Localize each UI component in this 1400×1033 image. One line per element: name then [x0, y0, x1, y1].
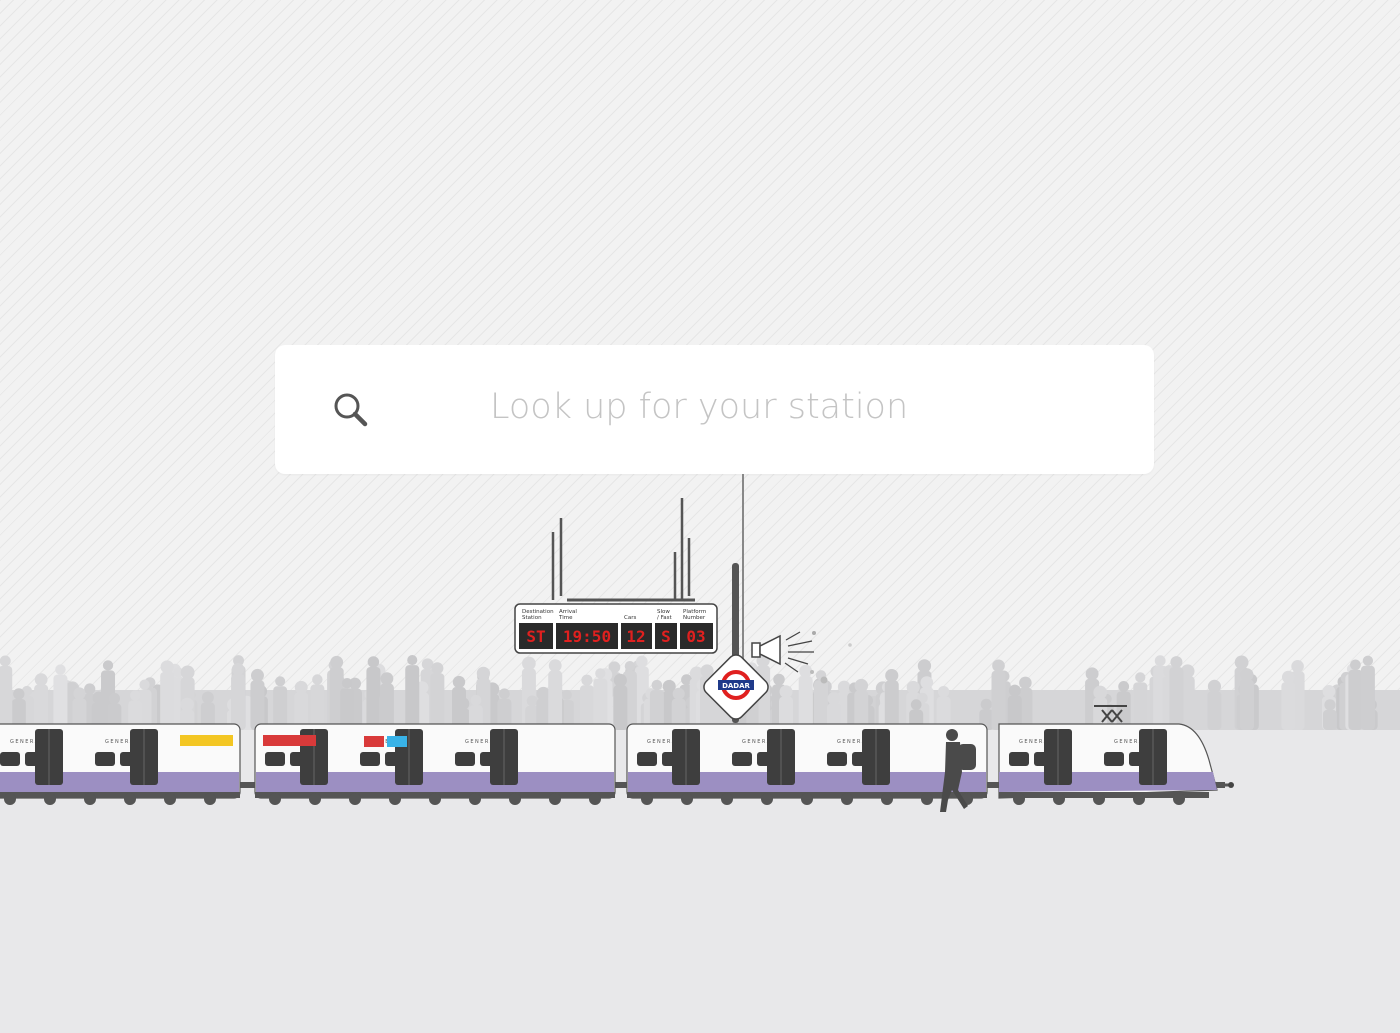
crowd-person [649, 679, 664, 730]
crowd-person [1322, 699, 1337, 730]
crowd-person [1281, 670, 1296, 730]
crowd-person [613, 673, 628, 730]
crowd-person [548, 659, 563, 730]
value-slow-fast: S [661, 627, 671, 646]
crowd-person [53, 664, 68, 730]
value-cars: 12 [626, 627, 645, 646]
crowd-person [160, 660, 175, 730]
crowd-person [310, 674, 325, 730]
crowd-silhouettes [0, 653, 1400, 730]
crowd-person [1133, 672, 1148, 730]
crowd-person [1007, 684, 1022, 730]
label-destination-2: Station [522, 615, 542, 621]
crowd-person [379, 672, 394, 730]
marker-red [364, 736, 384, 747]
crowd-person [991, 659, 1006, 730]
crowd-person [779, 685, 794, 730]
marker-blue [387, 736, 407, 747]
value-arrival: 19:50 [563, 627, 611, 646]
label-cars: Cars [624, 615, 636, 621]
station-name: DADAR [722, 682, 750, 690]
train-scene: Destination Station Arrival Time Cars Sl… [0, 474, 1400, 812]
crowd-person [34, 673, 49, 730]
crowd-person [854, 678, 869, 730]
value-destination: ST [526, 627, 545, 646]
crowd-person [273, 676, 288, 730]
crowd-person [579, 674, 594, 730]
crowd-person [0, 655, 13, 730]
crowd-person [1360, 655, 1375, 730]
crowd-person [405, 655, 420, 730]
crowd-person [294, 680, 309, 730]
ladies-compartment-marker [180, 735, 233, 746]
crowd-person [798, 664, 813, 730]
label-slow-2: / Fast [657, 615, 672, 621]
label-platform-2: Number [683, 615, 706, 621]
board-hangers [551, 498, 695, 602]
train-car: GENERALGENERALGENERAL [626, 723, 988, 805]
crowd-person [250, 668, 265, 730]
departure-board: Destination Station Arrival Time Cars Sl… [514, 603, 718, 654]
first-class-marker [263, 735, 316, 746]
crowd-person [451, 675, 466, 730]
crowd-person [884, 668, 899, 730]
label-arrival-2: Time [558, 615, 573, 621]
crowd-person [1093, 685, 1108, 730]
crowd-person [1239, 668, 1254, 730]
crowd-person [1207, 679, 1222, 730]
value-platform: 03 [686, 627, 705, 646]
